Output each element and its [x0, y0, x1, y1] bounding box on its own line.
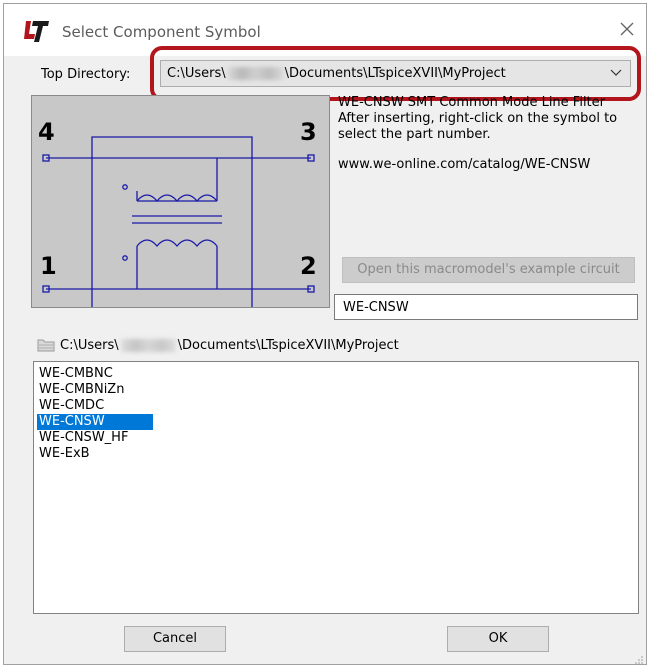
cancel-button[interactable]: Cancel — [124, 626, 226, 652]
component-description: WE-CNSW SMT Common Mode Line Filter Afte… — [338, 95, 638, 173]
list-item[interactable]: WE-ExB — [37, 446, 92, 462]
description-line-3: select the part number. — [338, 127, 491, 142]
window-title: Select Component Symbol — [62, 23, 261, 41]
chevron-down-icon — [610, 69, 622, 76]
list-item[interactable]: WE-CMBNC — [37, 366, 115, 382]
catalog-url: www.we-online.com/catalog/WE-CNSW — [338, 157, 591, 172]
current-path-label: C:\Users\ \Documents\LTspiceXVII\MyProjec… — [60, 338, 399, 353]
component-name-field[interactable]: WE-CNSW — [334, 294, 638, 320]
common-mode-choke-symbol: 4 3 1 2 — [38, 118, 317, 307]
top-directory-label: Top Directory: — [41, 67, 131, 82]
ok-button[interactable]: OK — [447, 626, 549, 652]
component-list[interactable]: WE-CMBNC WE-CMBNiZn WE-CMDC WE-CNSW WE-C… — [33, 361, 639, 614]
redacted-username — [120, 339, 176, 352]
top-directory-value: C:\Users\ \Documents\LTspiceXVII\MyProjec… — [167, 66, 506, 81]
list-item-selected[interactable]: WE-CNSW — [37, 414, 153, 430]
title-bar: Select Component Symbol — [4, 4, 646, 56]
resize-grip-icon[interactable] — [634, 654, 644, 664]
folder-icon — [37, 339, 55, 352]
pin-label-2: 2 — [300, 252, 317, 280]
list-item[interactable]: WE-CNSW_HF — [37, 430, 130, 446]
ltspice-logo-icon — [24, 21, 49, 42]
list-item[interactable]: WE-CMBNiZn — [37, 382, 126, 398]
redacted-username — [227, 67, 283, 80]
top-directory-dropdown[interactable]: C:\Users\ \Documents\LTspiceXVII\MyProjec… — [160, 60, 631, 87]
pin-label-1: 1 — [40, 252, 57, 280]
list-item[interactable]: WE-CMDC — [37, 398, 106, 414]
description-line-1: WE-CNSW SMT Common Mode Line Filter — [338, 95, 605, 110]
component-name-value: WE-CNSW — [343, 300, 409, 315]
open-example-circuit-button[interactable]: Open this macromodel's example circuit — [342, 257, 635, 283]
description-line-2: After inserting, right-click on the symb… — [338, 111, 618, 126]
select-component-dialog: Select Component Symbol Top Directory: C… — [3, 3, 647, 665]
symbol-preview: 4 3 1 2 — [31, 95, 330, 308]
pin-label-3: 3 — [300, 118, 317, 146]
pin-label-4: 4 — [38, 118, 55, 146]
close-icon[interactable] — [616, 18, 638, 40]
